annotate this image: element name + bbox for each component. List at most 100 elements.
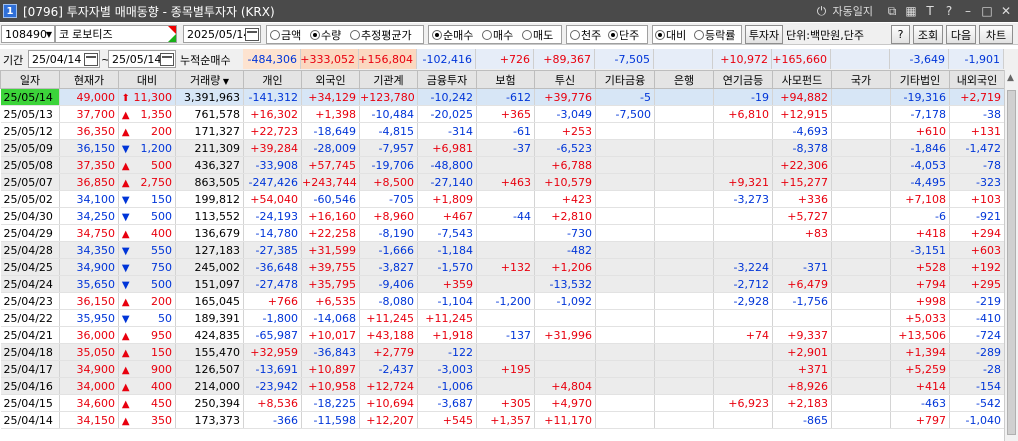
down-triangle-icon: ▼ bbox=[121, 245, 130, 257]
column-header[interactable]: 기타금융 bbox=[595, 70, 655, 89]
value-cell: -7,500 bbox=[595, 105, 655, 123]
radio-amount[interactable]: 금액 bbox=[270, 26, 301, 44]
value-cell bbox=[713, 224, 773, 242]
change-direction-cell: ▲ bbox=[118, 224, 133, 242]
table-row[interactable]: 25/05/14 49,000 ⬆ 11,300 3,391,963 -141,312 +3… bbox=[0, 88, 1004, 106]
value-cell: -1,184 bbox=[417, 241, 477, 259]
value-cell bbox=[831, 241, 891, 259]
table-row[interactable]: 25/04/25 34,900 ▼ 750 245,002 -36,648 +39,755-… bbox=[0, 258, 1004, 276]
radio-buy[interactable]: 매수 bbox=[482, 26, 513, 44]
stock-code-input[interactable]: 108490 ▼ bbox=[1, 25, 55, 43]
value-cell bbox=[831, 156, 891, 174]
scroll-up-icon[interactable]: ▲ bbox=[1007, 73, 1014, 83]
stock-name-field[interactable]: 코 로보티즈 bbox=[55, 25, 177, 43]
column-header[interactable]: 외국인 bbox=[301, 70, 360, 89]
table-row[interactable]: 25/05/12 36,350 ▲ 200 171,327 +22,723 -18,649-… bbox=[0, 122, 1004, 140]
column-header[interactable]: 일자 bbox=[0, 70, 60, 89]
column-header[interactable]: 사모펀드 bbox=[772, 70, 832, 89]
minimize-icon[interactable]: – bbox=[960, 3, 976, 19]
radio-unit[interactable]: 단주 bbox=[608, 26, 639, 44]
table-row[interactable]: 25/04/29 34,750 ▲ 400 136,679 -14,780 +22,258-… bbox=[0, 224, 1004, 242]
change-cell: 150 bbox=[132, 190, 176, 208]
corner-flag-icon bbox=[168, 34, 176, 42]
value-cell: +10,694 bbox=[359, 394, 418, 412]
auto-log-icon[interactable]: ⏻ bbox=[814, 3, 830, 19]
column-header[interactable]: 현재가 bbox=[59, 70, 119, 89]
column-header[interactable]: 개인 bbox=[243, 70, 302, 89]
price-cell: 36,150 bbox=[59, 292, 119, 310]
close-icon[interactable]: ✕ bbox=[998, 3, 1014, 19]
scroll-thumb[interactable] bbox=[1007, 90, 1016, 435]
table-row[interactable]: 25/05/08 37,350 ▲ 500 436,327 -33,908 +57,745-… bbox=[0, 156, 1004, 174]
vertical-scrollbar[interactable]: ▲ bbox=[1004, 70, 1018, 441]
link-icon[interactable]: ⧉ bbox=[884, 3, 900, 19]
query-button[interactable]: 조회 bbox=[913, 25, 943, 44]
chart-button[interactable]: 차트 bbox=[979, 25, 1013, 44]
value-cell: +1,918 bbox=[417, 326, 477, 344]
table-row[interactable]: 25/04/22 35,950 ▼ 50 189,391 -1,800 -14,068 +11… bbox=[0, 309, 1004, 327]
investor-button[interactable]: 투자자 bbox=[745, 25, 783, 44]
table-row[interactable]: 25/04/21 36,000 ▲ 950 424,835 -65,987 +10,017 +… bbox=[0, 326, 1004, 344]
layout-icon[interactable]: ▦ bbox=[903, 3, 919, 19]
table-row[interactable]: 25/04/18 35,050 ▲ 150 155,470 +32,959 -36,843 +… bbox=[0, 343, 1004, 361]
radio-sell[interactable]: 매도 bbox=[522, 26, 553, 44]
column-header[interactable]: 투신 bbox=[534, 70, 596, 89]
value-cell bbox=[831, 309, 891, 327]
value-cell: -1,472 bbox=[949, 139, 1004, 157]
column-header[interactable]: 내외국인 bbox=[949, 70, 1004, 89]
column-header[interactable]: 은행 bbox=[654, 70, 714, 89]
radio-avg-price[interactable]: 추정평균가 bbox=[350, 26, 412, 44]
value-cell: +359 bbox=[417, 275, 477, 293]
table-row[interactable]: 25/05/07 36,850 ▲ 2,750 863,505 -247,426 +243,… bbox=[0, 173, 1004, 191]
maximize-icon[interactable]: □ bbox=[979, 3, 995, 19]
radio-quantity[interactable]: 수량 bbox=[310, 26, 341, 44]
date-cell: 25/05/14 bbox=[0, 88, 60, 106]
table-row[interactable]: 25/04/28 34,350 ▼ 550 127,183 -27,385 +31,599-… bbox=[0, 241, 1004, 259]
value-cell: -36,648 bbox=[243, 258, 302, 276]
table-row[interactable]: 25/05/13 37,700 ▲ 1,350 761,578 +16,302 +1,398… bbox=[0, 105, 1004, 123]
column-header[interactable]: 기관계 bbox=[359, 70, 418, 89]
value-cell: +31,996 bbox=[534, 326, 596, 344]
help-icon[interactable]: ? bbox=[941, 3, 957, 19]
calendar-icon[interactable] bbox=[245, 28, 259, 41]
value-cell: +545 bbox=[417, 411, 477, 429]
value-cell: -10,242 bbox=[417, 88, 477, 106]
value-cell: -3,224 bbox=[713, 258, 773, 276]
value-cell: -1,666 bbox=[359, 241, 418, 259]
up-triangle-icon: ▲ bbox=[121, 398, 130, 410]
column-header[interactable]: 거래량 ▼ bbox=[175, 70, 244, 89]
value-cell: +418 bbox=[890, 224, 950, 242]
column-header[interactable]: 대비 bbox=[118, 70, 176, 89]
column-header[interactable]: 보험 bbox=[476, 70, 535, 89]
table-row[interactable]: 25/04/14 34,150 ▲ 350 173,373 -366 -11,598 +12,… bbox=[0, 411, 1004, 429]
column-header[interactable]: 연기금등 bbox=[713, 70, 773, 89]
investor-table[interactable]: 일자 현재가 대비 거래량 ▼ 개인 외국인 기관계 금융투자 보험 투신 기타금융 은행 연기금등 사모… bbox=[0, 70, 1004, 441]
table-row[interactable]: 25/04/23 36,150 ▲ 200 165,045 +766 +6,535 -8,08… bbox=[0, 292, 1004, 310]
next-button[interactable]: 다음 bbox=[946, 25, 976, 44]
value-cell bbox=[654, 224, 714, 242]
sort-arrow-icon[interactable]: ▼ bbox=[220, 77, 229, 86]
radio-thousand[interactable]: 천주 bbox=[570, 26, 601, 44]
auto-log-label[interactable]: 자동일지 bbox=[833, 3, 873, 19]
table-row[interactable]: 25/04/30 34,250 ▼ 500 113,552 -24,193 +16,160 +… bbox=[0, 207, 1004, 225]
text-size-icon[interactable]: T bbox=[922, 3, 938, 19]
date-input[interactable]: 2025/05/14 bbox=[183, 25, 261, 43]
radio-net-buy[interactable]: 순매수 bbox=[432, 26, 473, 44]
window-title: [0796] 투자자별 매매동향 - 종목별투자자 (KRX) bbox=[23, 4, 275, 19]
radio-rate[interactable]: 등락률 bbox=[694, 26, 735, 44]
column-header[interactable]: 금융투자 bbox=[417, 70, 477, 89]
help-button[interactable]: ? bbox=[891, 25, 910, 44]
table-row[interactable]: 25/05/09 36,150 ▼ 1,200 211,309 +39,284 -28,00… bbox=[0, 139, 1004, 157]
column-header[interactable]: 기타법인 bbox=[890, 70, 950, 89]
table-row[interactable]: 25/04/15 34,600 ▲ 450 250,394 +8,536 -18,225 +1… bbox=[0, 394, 1004, 412]
column-header[interactable]: 국가 bbox=[831, 70, 891, 89]
table-row[interactable]: 25/05/02 34,100 ▼ 150 199,812 +54,040 -60,546-… bbox=[0, 190, 1004, 208]
value-cell: +94,882 bbox=[772, 88, 832, 106]
table-row[interactable]: 25/04/24 35,650 ▼ 500 151,097 -27,478 +35,795-… bbox=[0, 275, 1004, 293]
chevron-down-icon[interactable]: ▼ bbox=[46, 30, 52, 39]
stock-name: 로보티즈 bbox=[72, 28, 113, 41]
value-cell: -1,200 bbox=[476, 292, 535, 310]
radio-compare[interactable]: 대비 bbox=[655, 26, 686, 44]
table-row[interactable]: 25/04/17 34,900 ▲ 900 126,507 -13,691 +10,897-… bbox=[0, 360, 1004, 378]
table-row[interactable]: 25/04/16 34,000 ▲ 400 214,000 -23,942 +10,958 +… bbox=[0, 377, 1004, 395]
